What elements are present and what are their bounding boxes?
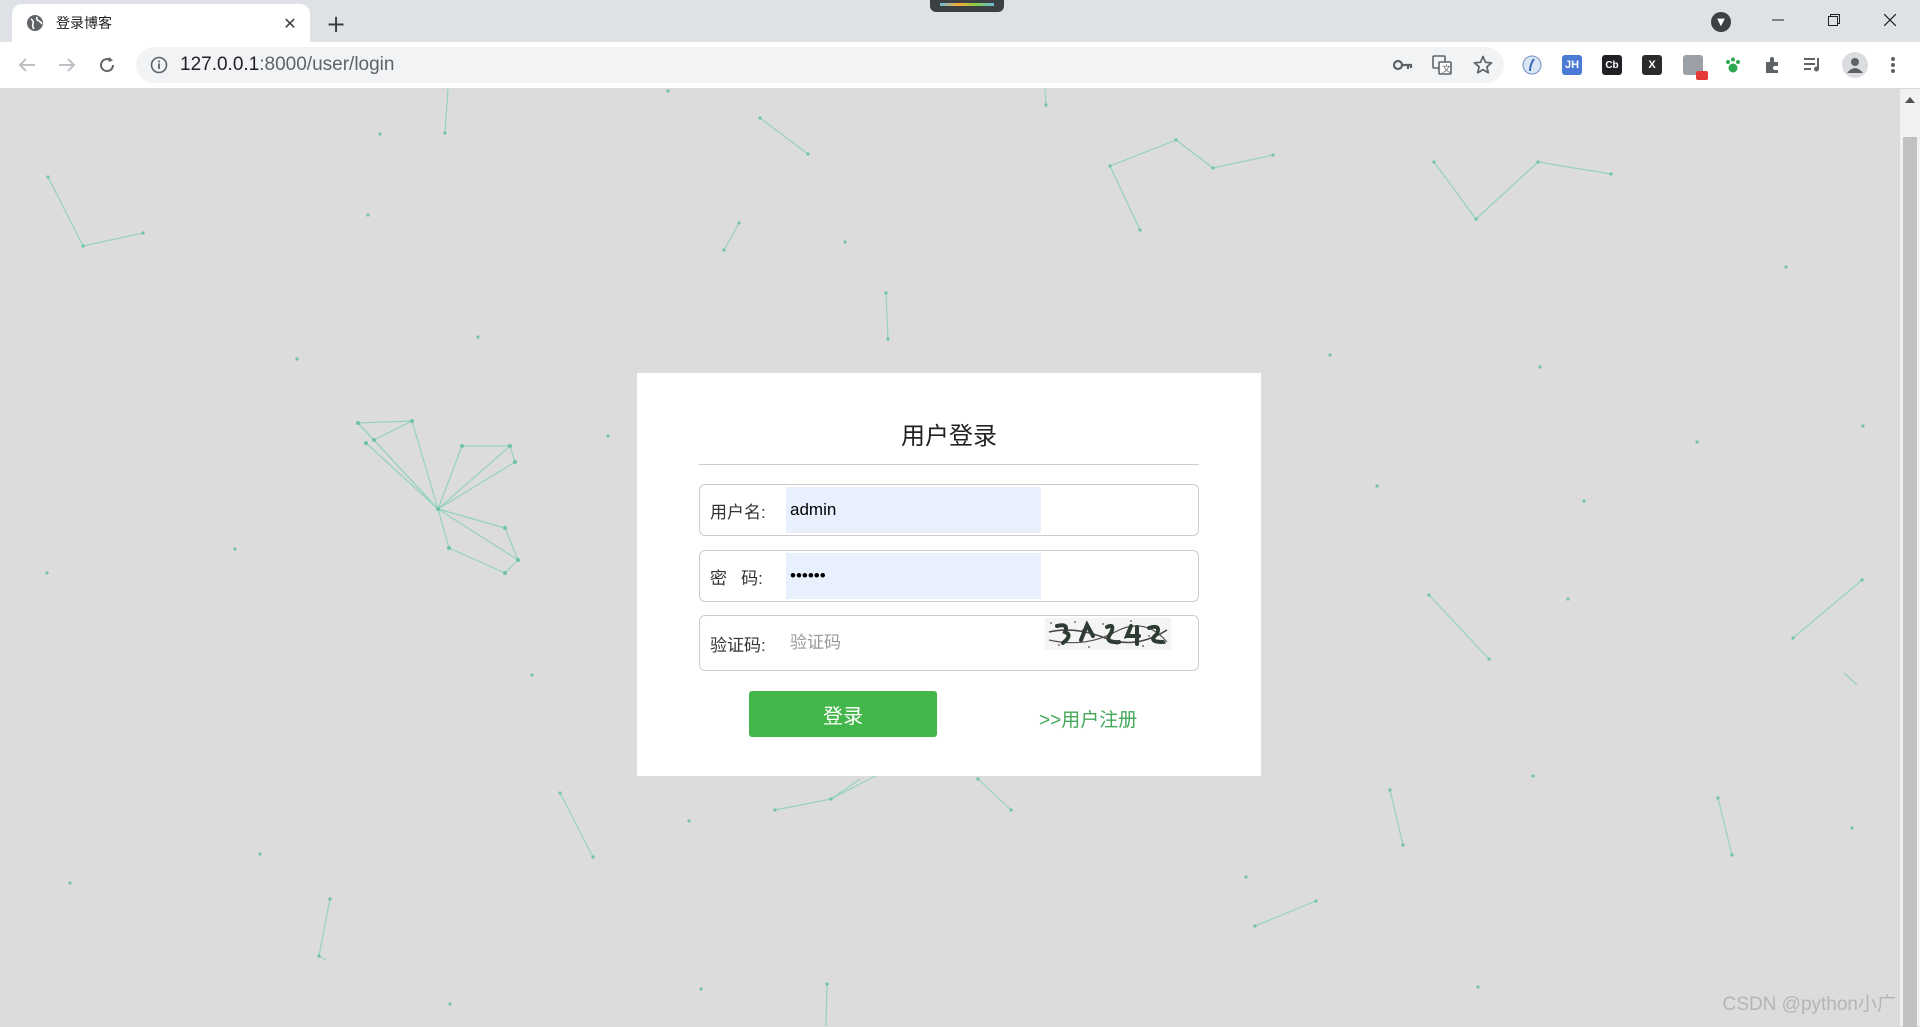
scroll-up-icon[interactable] [1900,93,1920,107]
watermark: CSDN @python小广 [1722,994,1896,1015]
site-info-icon[interactable] [150,56,168,74]
login-actions: 登录 >>用户注册 [699,691,1199,751]
media-queue-icon[interactable] [1803,55,1823,75]
puzzle-icon[interactable] [1763,55,1783,75]
username-input[interactable] [786,487,1041,533]
extension-cb-icon[interactable]: Cb [1602,55,1622,75]
title-divider [699,464,1199,465]
extension-paw-icon[interactable] [1723,55,1743,75]
reload-icon [100,57,115,73]
url-path: :8000/user/login [259,54,395,75]
url-text: 127.0.0.1:8000/user/login [180,54,394,76]
url-host: 127.0.0.1 [180,54,260,75]
login-card: 用户登录 用户名: 密 码: 验证码: [637,373,1261,776]
bookmark-star-icon[interactable] [1473,55,1493,75]
password-field: 密 码: [699,550,1199,602]
tab-search-icon[interactable]: ▼ [1711,12,1731,32]
address-bar[interactable]: 127.0.0.1:8000/user/login [136,47,1504,83]
register-link[interactable]: >>用户注册 [1039,705,1137,732]
translate-icon[interactable]: 文 [1432,55,1452,75]
username-field: 用户名: [699,484,1199,536]
globe-icon [26,14,44,32]
tab-strip: 登录博客 ✕ + ▼ [0,0,1920,42]
captcha-label: 验证码: [710,635,766,655]
captcha-field: 验证码: [699,615,1199,671]
login-button[interactable]: 登录 [749,691,937,737]
svg-text:文: 文 [1442,63,1451,75]
login-title: 用户登录 [901,423,997,450]
captcha-input[interactable] [786,620,1041,666]
minimize-icon [1772,19,1784,21]
key-icon[interactable] [1393,55,1413,75]
window-close-icon [1884,14,1896,26]
browser-toolbar: 127.0.0.1:8000/user/login 文 JH Cb X [0,42,1920,89]
minimize-button[interactable] [1750,0,1806,40]
media-indicator [930,0,1004,12]
close-icon[interactable]: ✕ [280,13,300,33]
password-input[interactable] [786,553,1041,599]
profile-avatar-icon[interactable] [1842,52,1868,78]
back-button[interactable] [12,50,42,80]
extension-x-icon[interactable]: X [1642,55,1662,75]
username-label: 用户名: [710,502,766,522]
reload-button[interactable] [92,50,122,80]
extension-icon-1[interactable] [1522,55,1542,75]
forward-arrow-icon [59,58,76,72]
forward-button[interactable] [52,50,82,80]
menu-icon[interactable] [1883,55,1903,75]
scroll-thumb[interactable] [1903,137,1917,1027]
captcha-image[interactable] [1045,618,1171,650]
extension-jh-icon[interactable]: JH [1562,55,1582,75]
extension-badge-icon[interactable] [1683,55,1708,80]
tab-title: 登录博客 [56,15,112,31]
window-close-button[interactable] [1862,0,1918,40]
browser-tab[interactable]: 登录博客 ✕ [12,4,310,42]
page-viewport: 用户登录 用户名: 密 码: 验证码: [0,89,1900,1026]
page-scrollbar[interactable] [1900,89,1920,1027]
restore-icon [1828,14,1840,26]
restore-button[interactable] [1806,0,1862,40]
new-tab-button[interactable]: + [322,10,350,38]
password-label: 密 码: [710,568,763,588]
back-arrow-icon [18,58,35,72]
